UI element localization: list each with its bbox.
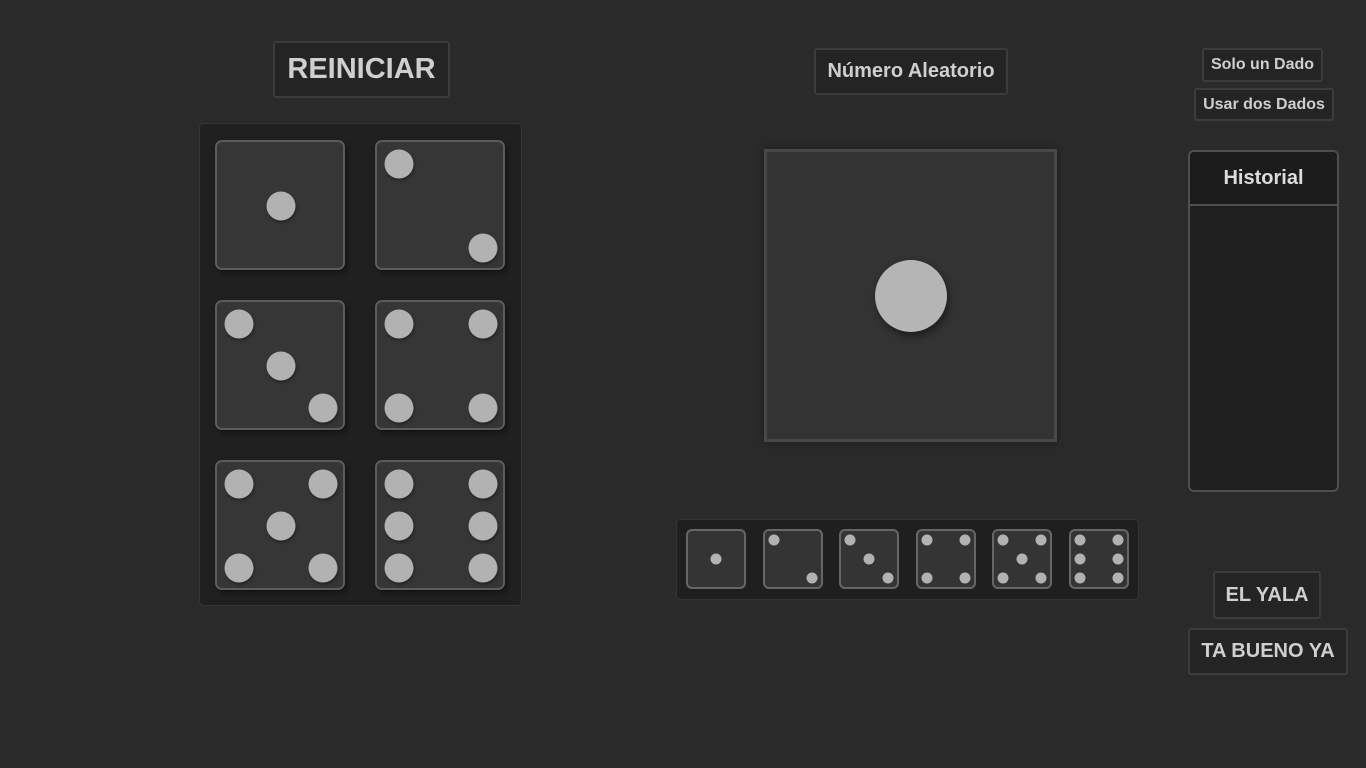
- pip: [224, 469, 254, 499]
- pip: [710, 553, 722, 565]
- die-face-2[interactable]: [375, 140, 505, 270]
- pip: [1074, 572, 1086, 584]
- pip: [997, 572, 1009, 584]
- pip: [1112, 534, 1124, 546]
- pip: [806, 572, 818, 584]
- pip: [266, 191, 296, 221]
- pip: [384, 309, 414, 339]
- pip: [1074, 534, 1086, 546]
- pip: [468, 309, 498, 339]
- history-panel: Historial: [1188, 150, 1339, 492]
- die-face-1[interactable]: [215, 140, 345, 270]
- mini-die-face-2[interactable]: [763, 529, 823, 589]
- pip: [468, 469, 498, 499]
- pip: [224, 553, 254, 583]
- random-number-button[interactable]: Número Aleatorio: [814, 48, 1008, 95]
- pip: [266, 511, 296, 541]
- pip: [921, 534, 933, 546]
- mini-die-face-1[interactable]: [686, 529, 746, 589]
- history-list[interactable]: [1190, 206, 1337, 490]
- one-die-button[interactable]: Solo un Dado: [1202, 48, 1323, 82]
- pip: [468, 393, 498, 423]
- pip: [844, 534, 856, 546]
- pip: [1035, 534, 1047, 546]
- pip: [1112, 572, 1124, 584]
- pip: [308, 393, 338, 423]
- pip: [997, 534, 1009, 546]
- two-dice-button[interactable]: Usar dos Dados: [1194, 88, 1334, 121]
- pip: [882, 572, 894, 584]
- el-yala-button[interactable]: EL YALA: [1213, 571, 1321, 619]
- mini-dice-panel: [676, 519, 1139, 600]
- mini-die-face-5[interactable]: [992, 529, 1052, 589]
- pip: [921, 572, 933, 584]
- pip: [224, 309, 254, 339]
- pip: [384, 469, 414, 499]
- pip: [384, 393, 414, 423]
- die-face-4[interactable]: [375, 300, 505, 430]
- pip: [1074, 553, 1086, 565]
- pip: [768, 534, 780, 546]
- dice-faces-panel: [199, 123, 522, 606]
- die-face-6[interactable]: [375, 460, 505, 590]
- pip: [468, 553, 498, 583]
- pip: [384, 511, 414, 541]
- main-die[interactable]: [764, 149, 1057, 442]
- pip: [308, 553, 338, 583]
- pip: [266, 351, 296, 381]
- pip: [308, 469, 338, 499]
- mini-die-face-6[interactable]: [1069, 529, 1129, 589]
- pip: [1035, 572, 1047, 584]
- pip: [959, 572, 971, 584]
- pip: [384, 553, 414, 583]
- ta-bueno-ya-button[interactable]: TA BUENO YA: [1188, 628, 1348, 675]
- history-title: Historial: [1190, 152, 1337, 206]
- mini-die-face-3[interactable]: [839, 529, 899, 589]
- die-face-3[interactable]: [215, 300, 345, 430]
- mini-die-face-4[interactable]: [916, 529, 976, 589]
- pip: [1016, 553, 1028, 565]
- pip: [1112, 553, 1124, 565]
- main-die-pip: [874, 259, 947, 332]
- reset-button[interactable]: REINICIAR: [273, 41, 450, 98]
- pip: [384, 149, 414, 179]
- pip: [863, 553, 875, 565]
- pip: [468, 233, 498, 263]
- pip: [468, 511, 498, 541]
- die-face-5[interactable]: [215, 460, 345, 590]
- pip: [959, 534, 971, 546]
